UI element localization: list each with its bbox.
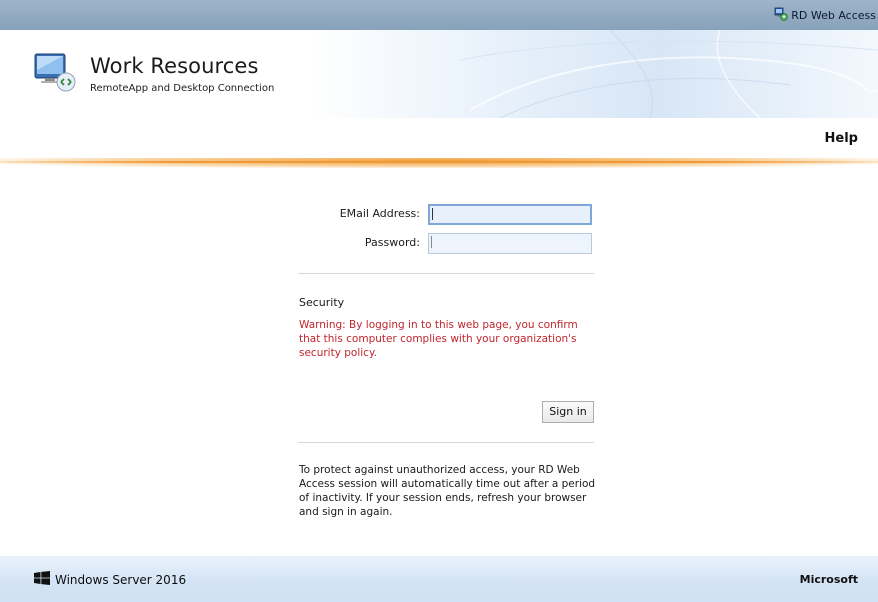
page-title: Work Resources [90,54,259,78]
security-heading: Security [299,296,345,309]
password-label: Password: [364,236,420,249]
page-subtitle: RemoteApp and Desktop Connection [90,83,275,94]
session-timeout-info: To protect against unauthorized access, … [299,464,596,518]
rd-web-access-link[interactable]: RD Web Access [774,7,876,24]
top-bar: RD Web Access [0,0,878,30]
sign-in-button[interactable]: Sign in [542,401,594,423]
remote-desktop-monitor-icon [33,48,81,100]
footer-product-label: Windows Server 2016 [55,572,187,587]
windows-logo-icon [34,571,50,588]
password-field-edge [431,236,432,248]
orange-divider [0,161,878,163]
email-label: EMail Address: [339,207,420,220]
header-banner: Work Resources RemoteApp and Desktop Con… [0,30,878,118]
security-warning: Warning: By logging in to this web page,… [299,319,578,359]
email-field[interactable] [428,204,592,225]
footer-product: Windows Server 2016 [34,571,186,588]
divider-top [298,273,594,274]
divider-bottom [298,442,594,443]
help-link[interactable]: Help [825,131,858,146]
header-globe-decoration [460,30,878,118]
text-caret [432,208,433,220]
rd-web-access-label: RD Web Access [791,9,876,22]
password-field[interactable] [428,233,592,254]
footer-vendor: Microsoft [799,573,858,586]
rd-web-access-icon [774,7,789,24]
orange-divider-glow [0,158,878,168]
